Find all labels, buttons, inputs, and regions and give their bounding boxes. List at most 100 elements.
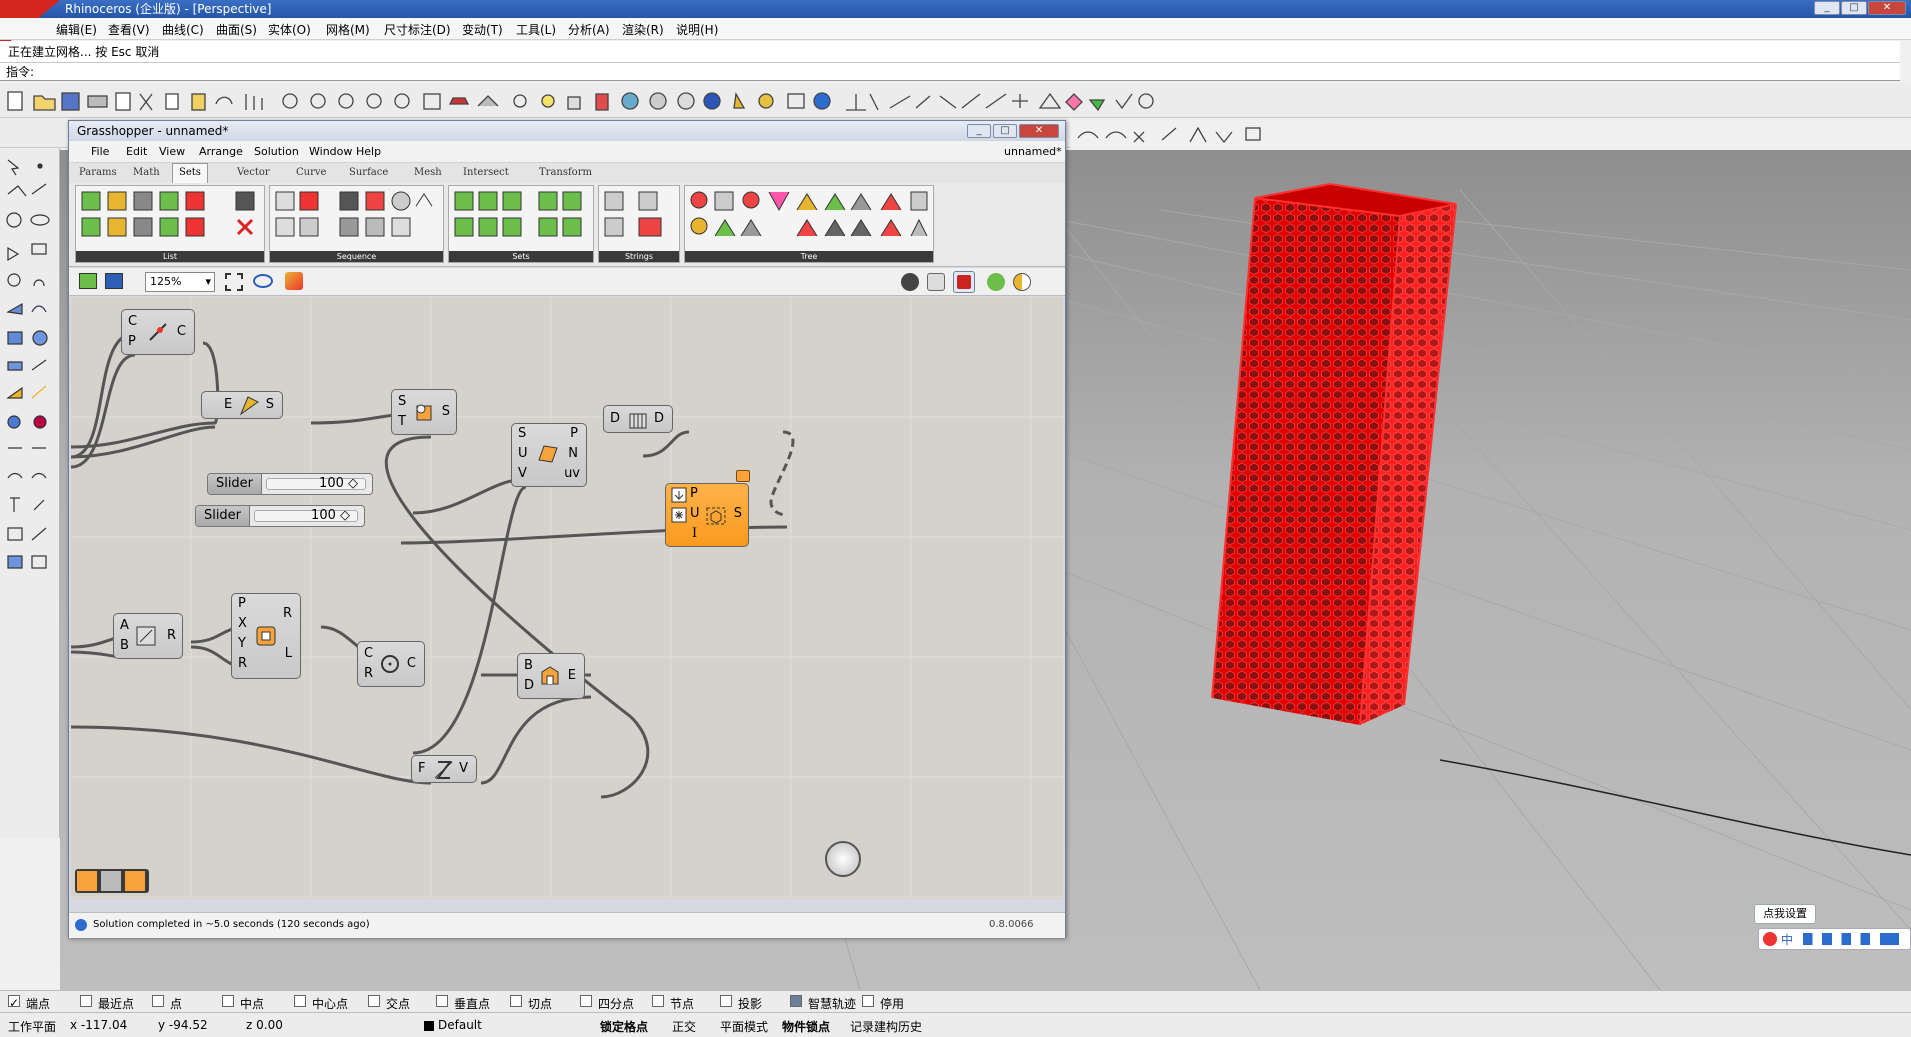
node-es[interactable]: E S	[201, 391, 283, 419]
node-rectangle[interactable]: P X Y R R L	[231, 593, 301, 679]
port-in[interactable]: F	[418, 761, 425, 776]
port-in[interactable]: D	[610, 411, 620, 426]
gh-menu-arrange[interactable]: Arrange	[199, 145, 243, 158]
port-out[interactable]: P	[570, 426, 578, 441]
port-in[interactable]: P	[238, 596, 246, 611]
cplane-label[interactable]: 工作平面	[8, 1018, 56, 1035]
maximize-button[interactable]: □	[1841, 1, 1867, 15]
gh-maximize-button[interactable]: □	[993, 124, 1017, 138]
tab-sets[interactable]: Sets	[172, 163, 208, 183]
port-out[interactable]: E	[568, 668, 576, 683]
osnap-checkbox-center[interactable]	[294, 995, 306, 1007]
gh-close-button[interactable]: ✕	[1019, 124, 1059, 138]
port-in[interactable]: Y	[238, 636, 246, 651]
message-balloon-icon[interactable]	[736, 470, 750, 482]
osnap-checkbox-end[interactable]: ✓	[8, 995, 20, 1010]
tab-mesh[interactable]: Mesh	[414, 167, 442, 178]
port-in[interactable]: E	[224, 397, 232, 412]
osnap-smarttrack[interactable]: 智慧轨迹	[808, 995, 856, 1012]
tab-vector[interactable]: Vector	[237, 167, 270, 178]
tab-intersect[interactable]: Intersect	[463, 167, 509, 178]
group-list[interactable]: List	[75, 185, 265, 263]
menu-curve[interactable]: 曲线(C)	[162, 21, 204, 38]
gh-doc-name[interactable]: unnamed*	[1004, 145, 1062, 158]
wire-widget-icon[interactable]	[101, 871, 121, 891]
standard-toolbar-icons[interactable]	[0, 84, 1340, 118]
osnap-knot[interactable]: 节点	[670, 995, 694, 1012]
osnap-checkbox-disable[interactable]	[862, 995, 874, 1007]
menu-render[interactable]: 渲染(R)	[622, 21, 664, 38]
port-in[interactable]: R	[364, 666, 373, 681]
port-in[interactable]: X	[238, 616, 247, 631]
tab-math[interactable]: Math	[133, 167, 160, 178]
port-in[interactable]: S	[518, 426, 526, 441]
menu-transform[interactable]: 变动(T)	[462, 21, 503, 38]
osnap-disable[interactable]: 停用	[880, 995, 904, 1012]
osnap-tan[interactable]: 切点	[528, 995, 552, 1012]
osnap-checkbox-point[interactable]	[152, 995, 164, 1007]
osnap-checkbox-smarttrack[interactable]	[790, 995, 802, 1007]
port-in[interactable]: V	[518, 466, 527, 481]
port-in[interactable]: B	[524, 658, 533, 673]
node-cp[interactable]: C P C	[121, 309, 195, 355]
zoom-extents-icon[interactable]	[225, 273, 243, 291]
ime-mode-label[interactable]: 中	[1781, 931, 1793, 948]
ime-tooltip[interactable]: 点我设置	[1754, 904, 1816, 924]
menu-dimension[interactable]: 尺寸标注(D)	[384, 21, 451, 38]
extrude-widget-icon[interactable]	[125, 871, 145, 891]
node-circle[interactable]: C R C	[357, 641, 425, 687]
display-mode-icon[interactable]	[1013, 273, 1031, 291]
menu-mesh[interactable]: 网格(M)	[326, 21, 370, 38]
mode-planar[interactable]: 平面模式	[720, 1018, 768, 1035]
port-out[interactable]: R	[283, 606, 292, 621]
menu-edit[interactable]: 编辑(E)	[56, 21, 97, 38]
ime-tools-icons[interactable]	[1803, 933, 1899, 945]
current-layer[interactable]: Default	[438, 1018, 482, 1032]
group-tree[interactable]: Tree	[684, 185, 934, 263]
osnap-perp[interactable]: 垂直点	[454, 995, 490, 1012]
menu-view[interactable]: 查看(V)	[108, 21, 150, 38]
left-tool-icons[interactable]	[0, 148, 60, 608]
gh-menu-file[interactable]: File	[91, 145, 109, 158]
tab-transform[interactable]: Transform	[539, 167, 592, 178]
menu-help[interactable]: 说明(H)	[676, 21, 718, 38]
osnap-checkbox-mid[interactable]	[222, 995, 234, 1007]
gh-menu-window[interactable]: Window	[309, 145, 352, 158]
sketch-icon[interactable]	[285, 272, 303, 290]
osnap-project[interactable]: 投影	[738, 995, 762, 1012]
osnap-checkbox-quad[interactable]	[580, 995, 592, 1007]
port-in[interactable]: D	[524, 678, 534, 693]
port-out[interactable]: uv	[564, 466, 580, 481]
port-in[interactable]: S	[398, 394, 406, 409]
node-unit-z[interactable]: F V	[411, 755, 477, 783]
osnap-checkbox-near[interactable]	[80, 995, 92, 1007]
node-division[interactable]: A B R	[113, 613, 183, 659]
port-out[interactable]: C	[177, 324, 186, 339]
tab-surface[interactable]: Surface	[349, 167, 388, 178]
group-sets[interactable]: Sets	[448, 185, 594, 263]
mode-ortho[interactable]: 正交	[672, 1018, 696, 1035]
osnap-checkbox-perp[interactable]	[436, 995, 448, 1007]
gh-menu-edit[interactable]: Edit	[126, 145, 147, 158]
osnap-checkbox-tan[interactable]	[510, 995, 522, 1007]
gh-menu-view[interactable]: View	[159, 145, 185, 158]
osnap-near[interactable]: 最近点	[98, 995, 134, 1012]
mode-gridsnap[interactable]: 锁定格点	[600, 1018, 648, 1035]
port-out[interactable]: L	[285, 646, 292, 661]
port-out[interactable]: D	[654, 411, 664, 426]
group-strings[interactable]: Strings	[598, 185, 680, 263]
port-in[interactable]: T	[398, 414, 406, 429]
port-out[interactable]: C	[407, 656, 416, 671]
minimize-button[interactable]: _	[1814, 1, 1840, 15]
port-out[interactable]: V	[459, 761, 468, 776]
port-in[interactable]: P	[128, 334, 136, 349]
node-evaluate-surface[interactable]: S U V P N uv	[511, 423, 587, 487]
osnap-quad[interactable]: 四分点	[598, 995, 634, 1012]
osnap-point[interactable]: 点	[170, 995, 182, 1012]
zoom-dropdown[interactable]: 125% ▾	[145, 272, 215, 292]
port-in[interactable]: B	[120, 638, 129, 653]
gh-canvas[interactable]: C P C E S S T S S U V P N uv D D P U I S…	[71, 297, 1063, 899]
menu-tools[interactable]: 工具(L)	[516, 21, 556, 38]
menu-surface[interactable]: 曲面(S)	[216, 21, 257, 38]
port-out[interactable]: S	[442, 404, 450, 419]
